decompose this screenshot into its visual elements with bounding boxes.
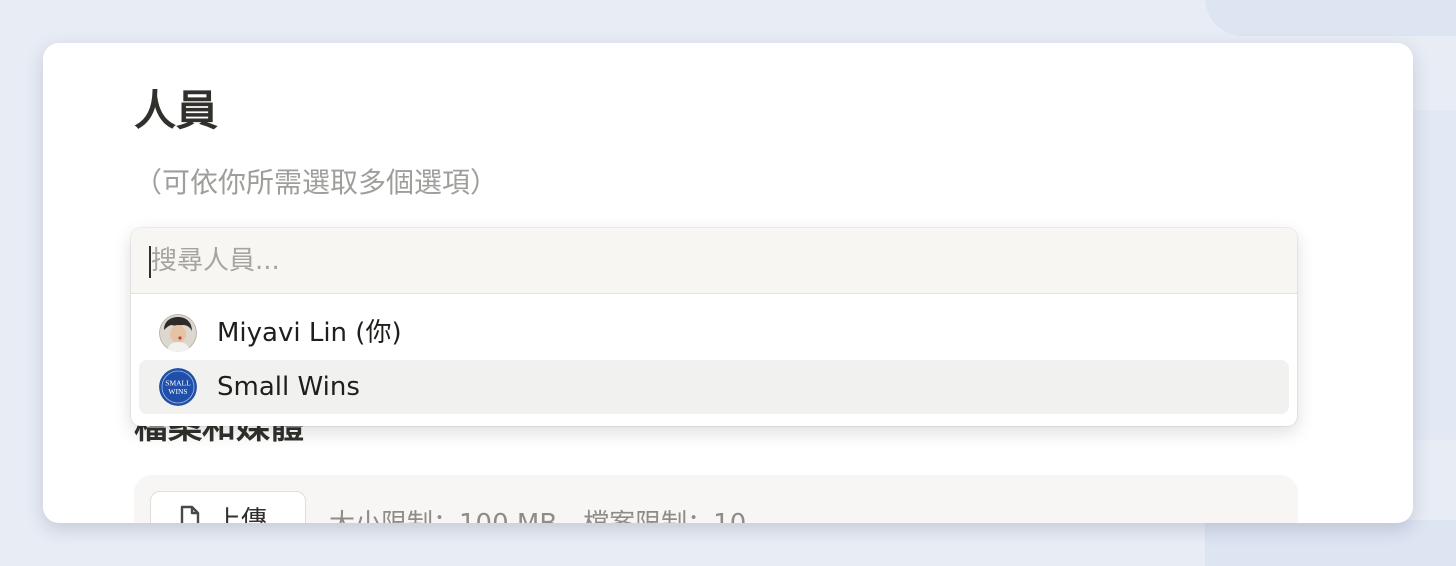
avatar	[159, 314, 197, 352]
avatar: SMALL WINS	[159, 368, 197, 406]
background-shape	[1205, 520, 1456, 566]
search-input[interactable]	[147, 238, 1271, 284]
background-shape	[1205, 0, 1456, 36]
upload-label: 上傳	[215, 505, 268, 524]
person-option-small-wins[interactable]: SMALL WINS Small Wins	[139, 360, 1289, 414]
upload-limit-text: 大小限制：100 MB。檔案限制：10。	[329, 503, 772, 523]
upload-area: 上傳 大小限制：100 MB。檔案限制：10。	[134, 475, 1298, 523]
text-caret	[149, 246, 151, 278]
upload-button[interactable]: 上傳	[150, 491, 306, 523]
field-hint: （可依你所需選取多個選項）	[134, 166, 499, 199]
file-icon	[177, 504, 203, 523]
person-name: Small Wins	[217, 372, 360, 402]
people-dropdown: Miyavi Lin (你) SMALL WINS Small Wins	[131, 228, 1297, 426]
person-name: Miyavi Lin (你)	[217, 318, 402, 348]
avatar-text: WINS	[168, 387, 187, 396]
person-option-miyavi-lin[interactable]: Miyavi Lin (你)	[139, 306, 1289, 360]
search-bar	[131, 228, 1297, 294]
page-title: 人員	[134, 86, 219, 135]
